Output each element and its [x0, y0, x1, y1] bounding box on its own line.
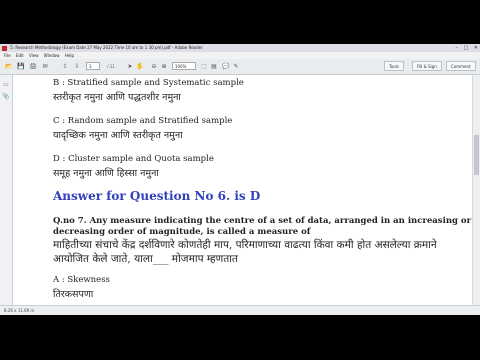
vertical-scrollbar[interactable] [472, 75, 480, 305]
option-c-english: C : Random sample and Stratified sample [53, 116, 233, 126]
zoom-out-icon[interactable]: ⊖ [150, 62, 158, 71]
fill-sign-button[interactable]: Fill & Sign [412, 61, 442, 71]
attachments-icon[interactable]: 📎 [2, 93, 10, 101]
navigation-pane: ▭ 📎 [0, 75, 13, 305]
previous-page-icon[interactable]: ⇧ [60, 62, 70, 71]
title-bar: 5. Research Methodology (Exam Date 27 Ma… [0, 44, 480, 52]
sign-icon[interactable]: ✎ [232, 62, 240, 71]
document-page: B : Stratified sample and Systematic sam… [13, 75, 473, 305]
read-mode-icon[interactable]: ▤ [210, 62, 218, 71]
question-7-marathi-line-2: आयोजित केले जाते, याला___ मोजमाप म्हणतात [53, 253, 238, 265]
option-c-marathi: यादृच्छिक नमुना आणि स्तरीकृत नमुना [53, 130, 183, 141]
zoom-in-icon[interactable]: ⊕ [160, 62, 168, 71]
save-icon[interactable]: 💾 [16, 62, 26, 71]
scrollbar-thumb[interactable] [474, 135, 479, 175]
page-total: / 11 [107, 64, 115, 69]
select-tool-icon[interactable]: ➤ [126, 62, 134, 71]
zoom-select[interactable]: 106% [172, 62, 196, 70]
email-icon[interactable]: ✉ [40, 62, 50, 71]
toolbar: 📂 💾 🖨 ✉ ⇧ ⇩ 3 / 11 ➤ ✋ ⊖ ⊕ 106% ⬚ ▤ 💬 ✎ … [0, 59, 480, 75]
window-controls: – □ ✕ [451, 45, 478, 51]
comment-bubble-icon[interactable]: 💬 [222, 62, 230, 71]
adobe-reader-window: 5. Research Methodology (Exam Date 27 Ma… [0, 44, 480, 315]
comment-button[interactable]: Comment [446, 61, 476, 71]
menu-edit[interactable]: Edit [16, 53, 24, 58]
hand-tool-icon[interactable]: ✋ [136, 62, 144, 71]
question-7-option-a-english: A : Skewness [53, 275, 110, 285]
page-size-readout: 8.26 x 11.69 in [4, 308, 35, 313]
print-icon[interactable]: 🖨 [28, 62, 38, 71]
question-7-option-a-marathi: तिरकसपणा [53, 289, 94, 300]
option-d-marathi: समूह नमुना आणि हिस्सा नमुना [53, 168, 159, 179]
menu-help[interactable]: Help [65, 53, 74, 58]
maximize-button[interactable]: □ [463, 45, 468, 51]
page-number-input[interactable]: 3 [86, 62, 100, 70]
question-7-marathi-line-1: माहितीच्या संचाचे केंद्र दर्शविणारे कोणत… [53, 239, 437, 251]
tools-button[interactable]: Tools [384, 61, 404, 71]
close-button[interactable]: ✕ [474, 45, 478, 51]
menu-file[interactable]: File [4, 53, 11, 58]
menu-bar: File Edit View Window Help [0, 52, 480, 59]
pdf-app-icon [2, 45, 7, 51]
fit-page-icon[interactable]: ⬚ [200, 62, 208, 71]
next-page-icon[interactable]: ⇩ [72, 62, 82, 71]
option-d-english: D : Cluster sample and Quota sample [53, 154, 214, 164]
question-7-line-1: Q.no 7. Any measure indicating the centr… [53, 216, 472, 226]
minimize-button[interactable]: – [455, 45, 458, 51]
answer-heading: Answer for Question No 6. is D [53, 189, 261, 203]
page-thumbnails-icon[interactable]: ▭ [2, 81, 10, 89]
option-b-marathi: स्तरीकृत नमुना आणि पद्धतशीर नमुना [53, 92, 181, 103]
question-7-line-2: decreasing order of magnitude, is called… [53, 227, 311, 237]
status-bar: 8.26 x 11.69 in [0, 305, 480, 315]
menu-window[interactable]: Window [44, 53, 60, 58]
menu-view[interactable]: View [29, 53, 39, 58]
open-icon[interactable]: 📂 [4, 62, 14, 71]
option-b-english: B : Stratified sample and Systematic sam… [53, 78, 244, 88]
window-title: 5. Research Methodology (Exam Date 27 Ma… [10, 45, 203, 50]
